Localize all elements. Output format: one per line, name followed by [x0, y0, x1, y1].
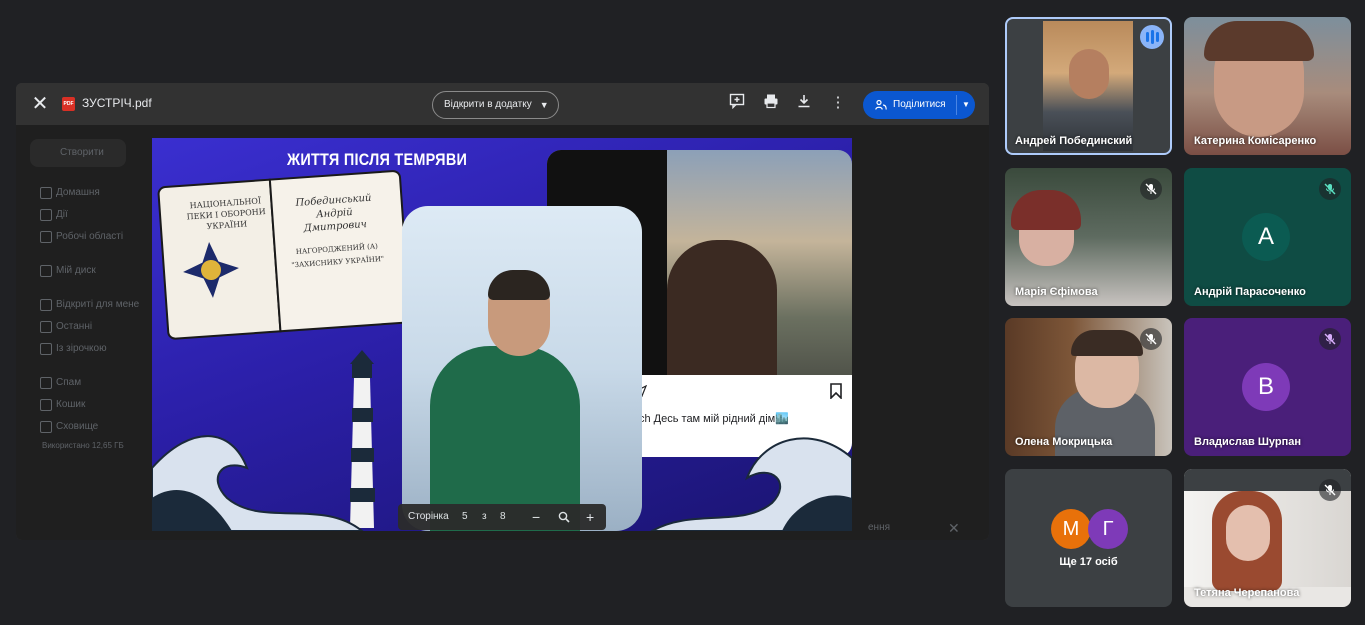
recent-icon [40, 321, 52, 333]
zoom-out-icon[interactable]: − [532, 504, 540, 530]
participant-name: Марія Єфімова [1015, 286, 1098, 298]
add-comment-icon[interactable] [727, 93, 747, 113]
share-label: Поділитися [893, 99, 946, 110]
page-navigation: Сторінка 5 з 8 − + [398, 504, 606, 530]
people-icon [875, 99, 887, 110]
mic-muted-icon [1140, 178, 1162, 200]
mic-muted-icon [1319, 328, 1341, 350]
drive-item: Дії [56, 209, 68, 220]
share-options-arrow-icon[interactable]: ▼ [962, 91, 970, 119]
mic-muted-icon [1319, 479, 1341, 501]
file-name: ЗУСТРІЧ.pdf [82, 96, 152, 110]
star-icon [40, 343, 52, 355]
participant-name: Андрей Побединский [1015, 135, 1133, 147]
download-icon[interactable] [794, 93, 814, 113]
my-drive-icon [40, 265, 52, 277]
participant-avatar: A [1242, 213, 1290, 261]
participant-name: Андрій Парасоченко [1194, 286, 1306, 298]
drive-item: Із зірочкою [56, 343, 107, 354]
drive-item: Останні [56, 321, 93, 332]
zoom-icon[interactable] [558, 504, 570, 531]
drive-item: Сховище [56, 421, 99, 432]
book-right-page: Побединський Андрій Дмитрович НАГОРОДЖЕН… [268, 169, 412, 333]
participant-hair [1204, 21, 1314, 61]
participant-avatar: B [1242, 363, 1290, 411]
award-cross-icon [183, 242, 239, 298]
speaking-indicator-icon [1140, 25, 1164, 49]
close-viewer-button[interactable]: ✕ [30, 94, 50, 114]
participant-name: Тетяна Черепанова [1194, 587, 1300, 599]
page-label: Сторінка [408, 511, 449, 522]
presentation-viewer: Створити Домашня Дії Робочі області Мій … [16, 83, 989, 540]
certificate-book: НАЦІОНАЛЬНОЇ ПЕКИ І ОБОРОНИ УКРАЇНИ Побе… [157, 169, 412, 341]
bookmark-icon [830, 383, 842, 399]
participant-hair [1071, 330, 1143, 356]
slide-page: ch Десь там мій рідний дім🏙️ НАЦІОНАЛЬНО… [152, 138, 852, 531]
storage-text: Використано 12,65 ГБ [42, 441, 124, 450]
workspace-icon [40, 231, 52, 243]
print-icon[interactable] [761, 93, 781, 113]
participant-tile[interactable]: Катерина Комісаренко [1184, 17, 1351, 155]
side-text: ення [868, 522, 891, 533]
page-of: з [482, 511, 487, 522]
post-caption: ch Десь там мій рідний дім🏙️ [639, 413, 789, 425]
create-button: Створити [30, 139, 126, 167]
more-participants-label: Ще 17 осіб [1059, 556, 1118, 568]
close-icon: ✕ [948, 520, 960, 536]
participant-name: Владислав Шурпан [1194, 436, 1301, 448]
dropdown-arrow-icon: ▼ [539, 100, 549, 110]
participant-face [1069, 49, 1109, 99]
slide-title: ЖИТТЯ ПІСЛЯ ТЕМРЯВИ [287, 150, 468, 169]
participant-face [1226, 505, 1270, 561]
divider [956, 95, 957, 115]
participant-tile[interactable]: B Владислав Шурпан [1184, 318, 1351, 456]
drive-item: Кошик [56, 399, 86, 410]
activity-icon [40, 209, 52, 221]
drive-item: Спам [56, 377, 82, 388]
drive-item: Робочі області [56, 231, 124, 242]
open-with-button[interactable]: Відкрити в додатку ▼ [432, 91, 559, 119]
share-button[interactable]: Поділитися ▼ [863, 91, 975, 119]
person-silhouette [667, 240, 777, 390]
drive-item: Домашня [56, 187, 100, 198]
open-with-label: Відкрити в додатку [444, 99, 532, 110]
mic-muted-icon [1140, 328, 1162, 350]
participant-tile[interactable]: Марія Єфімова [1005, 168, 1172, 306]
book-left-page: НАЦІОНАЛЬНОЇ ПЕКИ І ОБОРОНИ УКРАЇНИ [157, 178, 282, 341]
mic-muted-icon [1319, 178, 1341, 200]
drive-item: Мій диск [56, 265, 96, 276]
participant-tile[interactable]: A Андрій Парасоченко [1184, 168, 1351, 306]
participant-name: Катерина Комісаренко [1194, 135, 1317, 147]
participant-hair [1011, 190, 1081, 230]
cloud-icon [40, 421, 52, 433]
participant-tile[interactable]: Андрей Побединский [1005, 17, 1172, 155]
page-current[interactable]: 5 [462, 504, 468, 530]
more-options-icon[interactable]: ⋮ [828, 93, 848, 113]
drive-item: Відкриті для мене [56, 299, 140, 310]
book-heading: НАЦІОНАЛЬНОЇ ПЕКИ І ОБОРОНИ УКРАЇНИ [170, 194, 282, 235]
participant-tile[interactable]: Олена Мокрицька [1005, 318, 1172, 456]
viewer-toolbar: ✕ PDF ЗУСТРІЧ.pdf Відкрити в додатку ▼ ⋮… [16, 83, 989, 125]
more-participants-tile[interactable]: М Г Ще 17 осіб [1005, 469, 1172, 607]
page-total: 8 [500, 511, 506, 522]
participant-avatar: Г [1088, 509, 1128, 549]
participant-tile[interactable]: Тетяна Черепанова [1184, 469, 1351, 607]
participant-name: Олена Мокрицька [1015, 436, 1113, 448]
trash-icon [40, 399, 52, 411]
person-hair [488, 270, 550, 300]
shared-icon [40, 299, 52, 311]
home-icon [40, 187, 52, 199]
participant-avatar: М [1051, 509, 1091, 549]
book-text: Побединський Андрій Дмитрович НАГОРОДЖЕН… [278, 190, 393, 272]
pdf-icon: PDF [62, 97, 75, 111]
spam-icon [40, 377, 52, 389]
zoom-in-icon[interactable]: + [586, 504, 594, 530]
